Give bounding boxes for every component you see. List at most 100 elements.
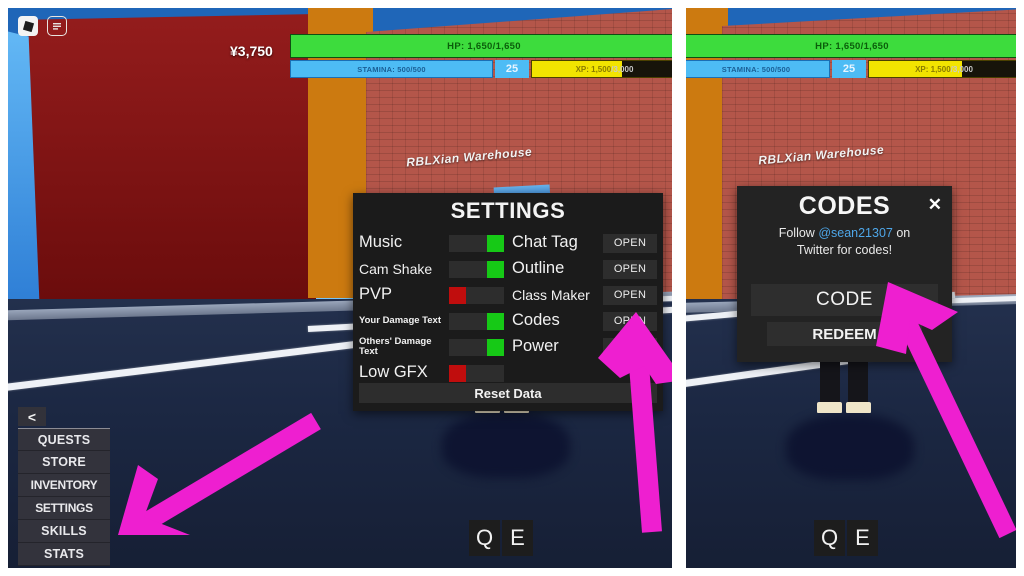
xp-bar-label: XP: 1,500/3,000	[532, 61, 672, 77]
menu-item-stats[interactable]: STATS	[18, 543, 110, 566]
open-button-outline[interactable]: OPEN	[603, 259, 657, 279]
roblox-topbar-icons	[18, 16, 67, 36]
settings-label-power: Power	[512, 337, 559, 356]
settings-label-others-damage-text: Others' Damage Text	[359, 336, 432, 357]
menu-item-quests[interactable]: QUESTS	[18, 428, 110, 451]
codes-dialog-title: CODES	[798, 192, 891, 220]
stamina-bar: STAMINA: 500/500	[290, 60, 493, 78]
right-screenshot-panel: RBLXian Warehouse HP: 1,650/1,650 STAMIN…	[686, 8, 1016, 568]
level-indicator: 25	[495, 60, 529, 78]
settings-dialog: SETTINGS Music Cam Shake PVP Your Damage…	[353, 193, 663, 411]
hp-bar-label: HP: 1,650/1,650	[815, 40, 889, 52]
menu-item-store[interactable]: STORE	[18, 451, 110, 474]
menu-collapse-button[interactable]: <	[18, 407, 46, 426]
close-icon[interactable]: ✕	[928, 196, 942, 213]
toggle-others-damage-text[interactable]	[449, 338, 504, 356]
hp-bar-label: HP: 1,650/1,650	[447, 40, 521, 52]
settings-label-cam-shake: Cam Shake	[359, 260, 433, 277]
settings-row-your-damage-text: Your Damage Text	[359, 308, 504, 334]
settings-label-low-gfx: Low GFX	[359, 363, 428, 382]
character-shoe-right	[846, 402, 871, 413]
settings-row-music: Music	[359, 230, 504, 256]
level-indicator: 25	[832, 60, 866, 78]
codes-dialog: CODES ✕ Follow @sean21307 on Twitter for…	[737, 186, 952, 362]
settings-action-column: Chat Tag OPEN Outline OPEN Class Maker O…	[512, 230, 657, 386]
toggle-cam-shake[interactable]	[449, 260, 504, 278]
toggle-music[interactable]	[449, 234, 504, 252]
toggle-pvp[interactable]	[449, 286, 504, 304]
toggle-knob	[487, 260, 504, 278]
settings-label-codes: Codes	[512, 311, 560, 330]
stamina-bar: STAMINA: 500/500	[686, 60, 830, 78]
menu-item-skills[interactable]: SKILLS	[18, 520, 110, 543]
toggle-your-damage-text[interactable]	[449, 312, 504, 330]
subtitle-post: on	[892, 226, 911, 240]
settings-label-pvp: PVP	[359, 285, 393, 304]
power-value[interactable]: 100%	[603, 337, 657, 357]
xp-bar: XP: 1,500/3,000	[868, 60, 1016, 78]
subtitle-line2: Twitter for codes!	[796, 242, 893, 257]
subtitle-pre: Follow	[778, 226, 819, 240]
hud-right: HP: 1,650/1,650 STAMINA: 500/500 25 XP: …	[686, 34, 1016, 80]
roblox-logo-icon[interactable]	[18, 16, 38, 36]
hp-bar: HP: 1,650/1,650	[290, 34, 672, 58]
key-q[interactable]: Q	[469, 520, 500, 556]
xp-current: XP: 1,500	[915, 64, 951, 74]
menu-list: QUESTS STORE INVENTORY SETTINGS SKILLS S…	[18, 428, 110, 566]
keybinds-left: Q E	[469, 520, 533, 556]
toggle-knob	[449, 364, 466, 382]
redeem-button[interactable]: REDEEM	[767, 322, 922, 346]
settings-row-codes: Codes OPEN	[512, 308, 657, 334]
xp-bar-label: XP: 1,500/3,000	[869, 61, 1016, 77]
reset-data-button[interactable]: Reset Data	[359, 383, 657, 403]
stamina-bar-label: STAMINA: 500/500	[357, 64, 426, 74]
xp-bar: XP: 1,500/3,000	[531, 60, 672, 78]
settings-label-outline: Outline	[512, 259, 565, 278]
settings-dialog-title: SETTINGS	[450, 198, 566, 223]
key-e[interactable]: E	[502, 520, 533, 556]
keybinds-right: Q E	[814, 520, 878, 556]
character-shoe-left	[817, 402, 842, 413]
open-button-chat-tag[interactable]: OPEN	[603, 233, 657, 253]
open-button-class-maker[interactable]: OPEN	[603, 285, 657, 305]
settings-label-class-maker: Class Maker	[512, 286, 590, 303]
code-input[interactable]: CODE	[751, 284, 938, 316]
key-q[interactable]: Q	[814, 520, 845, 556]
twitter-handle[interactable]: @sean21307	[818, 226, 893, 240]
character-shadow	[442, 412, 570, 478]
open-button-codes[interactable]: OPEN	[603, 311, 657, 331]
cash-amount: ¥3,750	[230, 43, 273, 59]
settings-columns: Music Cam Shake PVP Your Damage Text Oth…	[353, 230, 663, 386]
menu-item-inventory[interactable]: INVENTORY	[18, 474, 110, 497]
settings-label-chat-tag: Chat Tag	[512, 233, 578, 252]
settings-row-others-damage-text: Others' Damage Text	[359, 334, 504, 360]
settings-toggle-column: Music Cam Shake PVP Your Damage Text Oth…	[359, 230, 504, 386]
xp-max: /3,000	[950, 64, 973, 74]
settings-row-outline: Outline OPEN	[512, 256, 657, 282]
screenshot-stage: RBLXian Warehouse ¥3,750 HP: 1,650/1,650…	[0, 0, 1024, 576]
toggle-knob	[487, 312, 504, 330]
hp-bar: HP: 1,650/1,650	[686, 34, 1016, 58]
toggle-knob	[449, 286, 466, 304]
toggle-knob	[487, 338, 504, 356]
hud-left: ¥3,750 HP: 1,650/1,650 STAMINA: 500/500 …	[8, 34, 672, 80]
settings-label-music: Music	[359, 233, 403, 252]
stamina-bar-label: STAMINA: 500/500	[721, 64, 791, 74]
codes-dialog-subtitle: Follow @sean21307 on Twitter for codes!	[737, 223, 952, 259]
settings-row-chat-tag: Chat Tag OPEN	[512, 230, 657, 256]
character-shadow	[786, 414, 914, 480]
codes-dialog-header: CODES ✕	[737, 186, 952, 223]
menu-item-settings[interactable]: SETTINGS	[18, 497, 110, 520]
settings-row-class-maker: Class Maker OPEN	[512, 282, 657, 308]
chat-icon[interactable]	[47, 16, 67, 36]
settings-row-power: Power 100%	[512, 334, 657, 360]
xp-current: XP: 1,500	[575, 64, 612, 74]
game-menu: < QUESTS STORE INVENTORY SETTINGS SKILLS…	[18, 407, 110, 566]
settings-row-cam-shake: Cam Shake	[359, 256, 504, 282]
key-e[interactable]: E	[847, 520, 878, 556]
toggle-knob	[487, 234, 504, 252]
toggle-low-gfx[interactable]	[449, 364, 504, 382]
left-screenshot-panel: RBLXian Warehouse ¥3,750 HP: 1,650/1,650…	[8, 8, 672, 568]
settings-label-your-damage-text: Your Damage Text	[359, 315, 442, 327]
settings-row-pvp: PVP	[359, 282, 504, 308]
